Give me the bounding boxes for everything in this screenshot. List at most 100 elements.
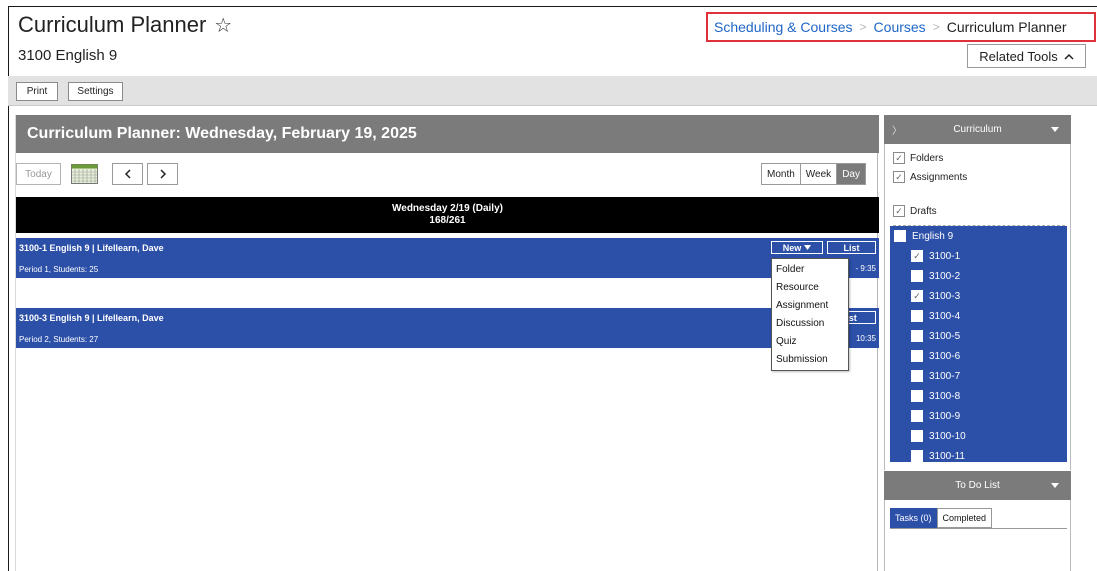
course-item[interactable]: 3100-8 bbox=[911, 390, 960, 402]
next-button[interactable] bbox=[147, 163, 178, 185]
menu-item-resource[interactable]: Resource bbox=[772, 279, 848, 297]
course-label: 3100-10 bbox=[929, 430, 966, 442]
course-group-english-9[interactable]: English 9 bbox=[894, 230, 953, 242]
filter-drafts[interactable]: ✓ Drafts bbox=[893, 205, 937, 217]
chevron-right-icon: > bbox=[932, 20, 940, 34]
checkbox[interactable] bbox=[911, 450, 923, 462]
new-button-label: New bbox=[782, 242, 802, 253]
filter-assignments[interactable]: ✓ Assignments bbox=[893, 171, 967, 183]
breadcrumb-courses[interactable]: Courses bbox=[874, 19, 926, 35]
menu-item-assignment[interactable]: Assignment bbox=[772, 297, 848, 315]
view-month-button[interactable]: Month bbox=[762, 164, 801, 184]
caret-down-icon bbox=[1051, 127, 1059, 132]
caret-down-icon bbox=[804, 245, 812, 250]
new-button[interactable]: New bbox=[771, 241, 823, 254]
menu-item-submission[interactable]: Submission bbox=[772, 351, 848, 369]
course-item[interactable]: 3100-2 bbox=[911, 270, 960, 282]
section-detail: Period 2, Students: 27 bbox=[19, 335, 99, 344]
course-label: 3100-5 bbox=[929, 330, 961, 342]
course-label: 3100-11 bbox=[929, 450, 965, 462]
checkbox[interactable] bbox=[911, 410, 923, 422]
filter-label: Assignments bbox=[910, 171, 968, 183]
checkbox[interactable] bbox=[911, 390, 923, 402]
todo-panel: Tasks (0) Completed bbox=[884, 500, 1071, 571]
day-header: Wednesday 2/19 (Daily) 168/261 bbox=[16, 197, 879, 233]
curriculum-panel: ✓ Folders ✓ Assignments ✓ Drafts English… bbox=[884, 144, 1071, 470]
course-item[interactable]: ✓ 3100-3 bbox=[911, 290, 960, 302]
course-item[interactable]: 3100-9 bbox=[911, 410, 960, 422]
course-list[interactable]: English 9 ✓ 3100-1 3100-2 ✓ 3100-3 3100-… bbox=[890, 226, 1067, 462]
list-button[interactable]: List bbox=[827, 241, 876, 254]
breadcrumb: Scheduling & Courses > Courses > Curricu… bbox=[706, 12, 1096, 42]
checkbox[interactable] bbox=[911, 270, 923, 282]
course-label: 3100-9 bbox=[929, 410, 961, 422]
course-item[interactable]: ✓ 3100-1 bbox=[911, 250, 960, 262]
day-date: Wednesday 2/19 (Daily) bbox=[392, 203, 503, 214]
section-row[interactable]: 3100-3 English 9 | Lifellearn, Dave ist … bbox=[16, 308, 879, 348]
menu-item-quiz[interactable]: Quiz bbox=[772, 333, 848, 351]
course-label: 3100-3 bbox=[929, 290, 961, 302]
related-tools-button[interactable]: Related Tools bbox=[967, 44, 1086, 68]
checkbox[interactable]: ✓ bbox=[893, 205, 905, 217]
calendar-icon[interactable] bbox=[69, 163, 100, 185]
section-title: 3100-3 English 9 | Lifellearn, Dave bbox=[19, 313, 164, 323]
menu-item-folder[interactable]: Folder bbox=[772, 261, 848, 279]
breadcrumb-scheduling[interactable]: Scheduling & Courses bbox=[714, 19, 853, 35]
curriculum-header[interactable]: 〉 Curriculum bbox=[884, 115, 1071, 144]
expand-icon[interactable]: 〉 bbox=[892, 122, 902, 137]
new-menu: Folder Resource Assignment Discussion Qu… bbox=[771, 258, 849, 371]
checkbox[interactable] bbox=[911, 370, 923, 382]
todo-tabs: Tasks (0) Completed bbox=[890, 508, 993, 528]
page-title: Curriculum Planner ☆ bbox=[18, 12, 232, 38]
course-item[interactable]: 3100-10 bbox=[911, 430, 966, 442]
tab-completed[interactable]: Completed bbox=[936, 508, 993, 528]
page-title-text: Curriculum Planner bbox=[18, 12, 207, 37]
filter-folders[interactable]: ✓ Folders bbox=[893, 152, 943, 164]
curriculum-title: Curriculum bbox=[953, 124, 1002, 135]
course-item[interactable]: 3100-7 bbox=[911, 370, 960, 382]
view-week-button[interactable]: Week bbox=[800, 164, 838, 184]
filter-label: Drafts bbox=[910, 205, 937, 217]
course-item[interactable]: 3100-5 bbox=[911, 330, 960, 342]
checkbox[interactable]: ✓ bbox=[911, 290, 923, 302]
day-count: 168/261 bbox=[429, 215, 466, 226]
today-button[interactable]: Today bbox=[16, 163, 61, 185]
checkbox[interactable] bbox=[911, 350, 923, 362]
course-group-label: English 9 bbox=[912, 230, 954, 242]
course-item[interactable]: 3100-6 bbox=[911, 350, 960, 362]
chevron-right-icon: > bbox=[859, 20, 867, 34]
checkbox[interactable] bbox=[911, 310, 923, 322]
section-row[interactable]: 3100-1 English 9 | Lifellearn, Dave New … bbox=[16, 238, 879, 278]
divider bbox=[890, 528, 1067, 529]
page-subtitle: 3100 English 9 bbox=[18, 47, 118, 64]
section-title: 3100-1 English 9 | Lifellearn, Dave bbox=[19, 243, 164, 253]
checkbox[interactable] bbox=[894, 230, 906, 242]
print-button[interactable]: Print bbox=[16, 82, 58, 101]
course-item[interactable]: 3100-11 bbox=[911, 450, 965, 462]
breadcrumb-current: Curriculum Planner bbox=[946, 19, 1067, 35]
chevron-left-icon bbox=[124, 169, 131, 179]
star-icon[interactable]: ☆ bbox=[214, 13, 232, 38]
todo-header[interactable]: To Do List bbox=[884, 471, 1071, 500]
view-day-button[interactable]: Day bbox=[837, 164, 865, 184]
section-time: 10:35 bbox=[855, 334, 876, 343]
course-item[interactable]: 3100-4 bbox=[911, 310, 960, 322]
checkbox[interactable]: ✓ bbox=[893, 152, 905, 164]
tab-tasks[interactable]: Tasks (0) bbox=[890, 508, 937, 528]
related-tools-label: Related Tools bbox=[979, 48, 1058, 64]
checkbox[interactable]: ✓ bbox=[893, 171, 905, 183]
course-label: 3100-1 bbox=[929, 250, 961, 262]
checkbox[interactable]: ✓ bbox=[911, 250, 923, 262]
section-time: - 9:35 bbox=[855, 264, 876, 273]
course-label: 3100-8 bbox=[929, 390, 961, 402]
checkbox[interactable] bbox=[911, 330, 923, 342]
menu-item-discussion[interactable]: Discussion bbox=[772, 315, 848, 333]
previous-button[interactable] bbox=[112, 163, 143, 185]
view-switcher: Month Week Day bbox=[761, 163, 866, 185]
sidebar: 〉 Curriculum ✓ Folders ✓ Assignments ✓ D… bbox=[884, 115, 1071, 571]
settings-button[interactable]: Settings bbox=[68, 82, 123, 101]
chevron-right-icon bbox=[159, 169, 166, 179]
caret-down-icon bbox=[1051, 483, 1059, 488]
checkbox[interactable] bbox=[911, 430, 923, 442]
calendar-heading: Curriculum Planner: Wednesday, February … bbox=[16, 115, 879, 153]
